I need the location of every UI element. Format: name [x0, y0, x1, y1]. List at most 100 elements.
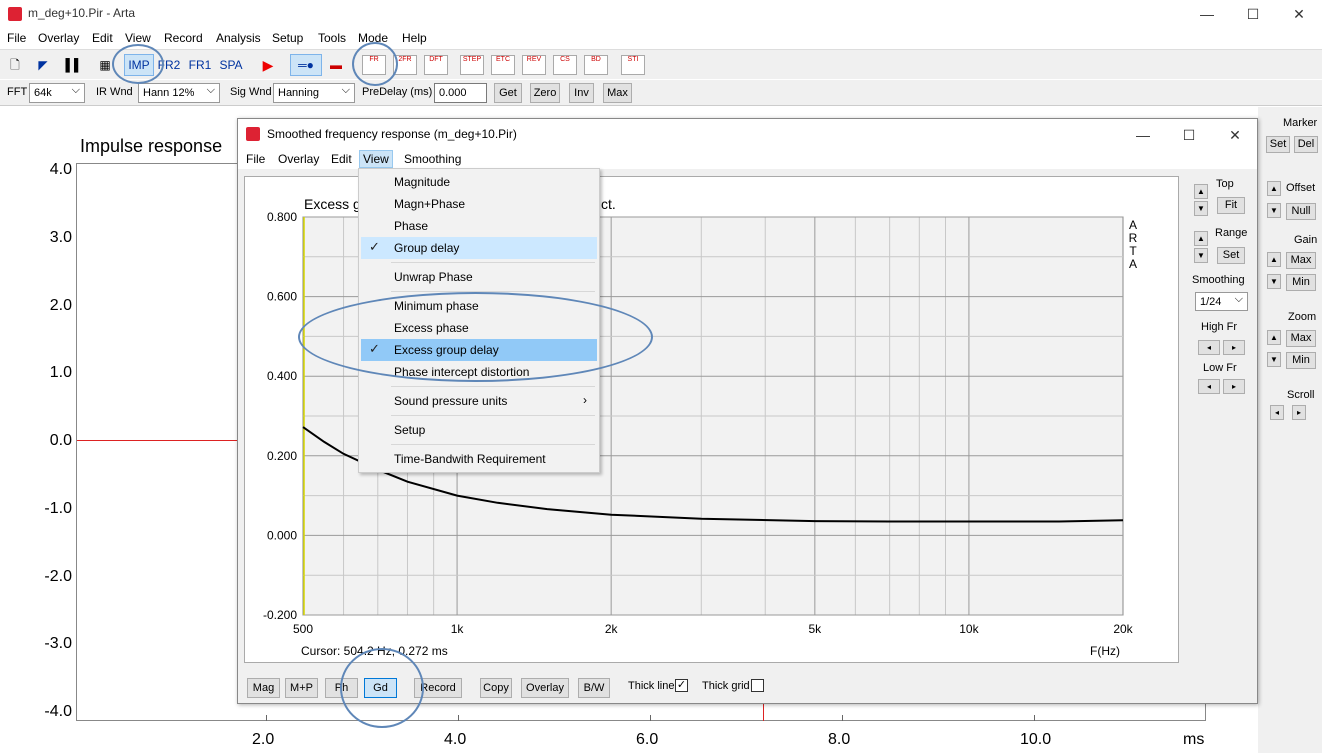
menu-tools[interactable]: Tools — [318, 31, 346, 45]
get-button[interactable]: Get — [494, 83, 522, 103]
bd-icon[interactable]: BD — [584, 55, 608, 75]
copy-button[interactable]: Copy — [480, 678, 512, 698]
view-menu-item[interactable]: Excess phase — [361, 317, 597, 339]
highfr-right-icon[interactable]: ▸ — [1223, 340, 1245, 355]
child-menu-file[interactable]: File — [243, 152, 268, 166]
open-icon[interactable]: ◤ — [33, 54, 53, 76]
mode-spa-button[interactable]: SPA — [216, 54, 246, 76]
gd-button[interactable]: Gd — [364, 678, 397, 698]
offset-up-icon[interactable]: ▲ — [1267, 181, 1281, 196]
view-menu-item[interactable]: ✓ Excess group delay — [361, 339, 597, 361]
dft-icon[interactable]: DFT — [424, 55, 448, 75]
top-down-icon[interactable]: ▼ — [1194, 201, 1208, 216]
irwnd-select[interactable]: Hann 12% — [138, 83, 220, 103]
top-up-icon[interactable]: ▲ — [1194, 184, 1208, 199]
child-close-button[interactable]: ✕ — [1212, 125, 1258, 145]
view-menu-item[interactable]: Unwrap Phase — [361, 266, 597, 288]
view-menu-item[interactable]: Phase — [361, 215, 597, 237]
gain-min-button[interactable]: Min — [1286, 274, 1316, 291]
grid-icon[interactable]: ▦ — [94, 54, 116, 76]
play-icon[interactable]: ▶ — [257, 54, 279, 76]
level-meter-icon[interactable]: ▬ — [325, 54, 347, 76]
menu-analysis[interactable]: Analysis — [216, 31, 261, 45]
minimize-button[interactable]: — — [1184, 4, 1230, 24]
child-menu-edit[interactable]: Edit — [328, 152, 355, 166]
menu-help[interactable]: Help — [402, 31, 427, 45]
menu-record[interactable]: Record — [164, 31, 203, 45]
child-maximize-button[interactable]: ☐ — [1166, 125, 1212, 145]
mp-button[interactable]: M+P — [285, 678, 318, 698]
child-menu-overlay[interactable]: Overlay — [275, 152, 322, 166]
zoom-up-icon[interactable]: ▲ — [1267, 330, 1281, 345]
menu-file[interactable]: File — [7, 31, 26, 45]
inv-button[interactable]: Inv — [569, 83, 594, 103]
new-file-icon[interactable]: 🗋 — [5, 54, 25, 76]
menu-overlay[interactable]: Overlay — [38, 31, 79, 45]
zoom-down-icon[interactable]: ▼ — [1267, 352, 1281, 367]
menu-view[interactable]: View — [125, 31, 151, 45]
range-up-icon[interactable]: ▲ — [1194, 231, 1208, 246]
mag-button[interactable]: Mag — [247, 678, 280, 698]
rev-icon[interactable]: REV — [522, 55, 546, 75]
highfr-left-icon[interactable]: ◂ — [1198, 340, 1220, 355]
view-menu-item[interactable]: Time-Bandwith Requirement — [361, 448, 597, 470]
child-minimize-button[interactable]: — — [1120, 125, 1166, 145]
overlay-button[interactable]: Overlay — [521, 678, 569, 698]
step-icon[interactable]: STEP — [460, 55, 484, 75]
mode-fr1-button[interactable]: FR1 — [186, 54, 214, 76]
cs-icon[interactable]: CS — [553, 55, 577, 75]
record-button[interactable]: Record — [414, 678, 462, 698]
scroll-left-icon[interactable]: ◂ — [1270, 405, 1284, 420]
lowfr-left-icon[interactable]: ◂ — [1198, 379, 1220, 394]
mode-imp-button[interactable]: IMP — [124, 54, 154, 76]
menu-setup[interactable]: Setup — [272, 31, 303, 45]
maximize-button[interactable]: ☐ — [1230, 4, 1276, 24]
fft-select[interactable]: 64k — [29, 83, 85, 103]
view-menu-item[interactable]: Magn+Phase — [361, 193, 597, 215]
zoom-min-button[interactable]: Min — [1286, 352, 1316, 369]
zoom-max-button[interactable]: Max — [1286, 330, 1316, 347]
offset-down-icon[interactable]: ▼ — [1267, 203, 1281, 218]
generator-icon[interactable]: ═● — [290, 54, 322, 76]
gain-max-button[interactable]: Max — [1286, 252, 1316, 269]
main-y-tick-label: 2.0 — [49, 296, 72, 314]
ph-button[interactable]: Ph — [325, 678, 358, 698]
zero-button[interactable]: Zero — [530, 83, 560, 103]
menu-separator — [391, 444, 595, 445]
2fr-icon[interactable]: 2FR — [393, 55, 417, 75]
range-set-button[interactable]: Set — [1217, 247, 1245, 264]
marker-del-button[interactable]: Del — [1294, 136, 1318, 153]
offset-null-button[interactable]: Null — [1286, 203, 1316, 220]
menu-mode[interactable]: Mode — [358, 31, 388, 45]
view-menu-item[interactable]: Minimum phase — [361, 295, 597, 317]
gain-up-icon[interactable]: ▲ — [1267, 252, 1281, 267]
lowfr-right-icon[interactable]: ▸ — [1223, 379, 1245, 394]
view-menu-item[interactable]: ✓ Group delay — [361, 237, 597, 259]
child-menu-smoothing[interactable]: Smoothing — [401, 152, 464, 166]
main-x-tick-mark — [458, 715, 459, 721]
scroll-right-icon[interactable]: ▸ — [1292, 405, 1306, 420]
child-menu-view[interactable]: View — [359, 150, 393, 168]
view-menu-item[interactable]: Sound pressure units › — [361, 390, 597, 412]
top-fit-button[interactable]: Fit — [1217, 197, 1245, 214]
thick-grid-checkbox[interactable] — [751, 679, 764, 692]
sti-icon[interactable]: STI — [621, 55, 645, 75]
view-menu-item[interactable]: Setup — [361, 419, 597, 441]
smoothing-select[interactable]: 1/24 — [1195, 292, 1248, 311]
marker-set-button[interactable]: Set — [1266, 136, 1290, 153]
pause-icon[interactable]: ▌▌ — [64, 54, 84, 76]
view-menu-item[interactable]: Magnitude — [361, 171, 597, 193]
thick-line-checkbox[interactable]: ✓ — [675, 679, 688, 692]
sigwnd-select[interactable]: Hanning — [273, 83, 355, 103]
close-button[interactable]: ✕ — [1276, 4, 1322, 24]
view-menu-item[interactable]: Phase intercept distortion — [361, 361, 597, 383]
menu-edit[interactable]: Edit — [92, 31, 113, 45]
etc-icon[interactable]: ETC — [491, 55, 515, 75]
fr-icon[interactable]: FR — [362, 55, 386, 75]
bw-button[interactable]: B/W — [578, 678, 610, 698]
range-down-icon[interactable]: ▼ — [1194, 248, 1208, 263]
predelay-input[interactable]: 0.000 — [434, 83, 487, 103]
mode-fr2-button[interactable]: FR2 — [155, 54, 183, 76]
max-button[interactable]: Max — [603, 83, 632, 103]
gain-down-icon[interactable]: ▼ — [1267, 274, 1281, 289]
